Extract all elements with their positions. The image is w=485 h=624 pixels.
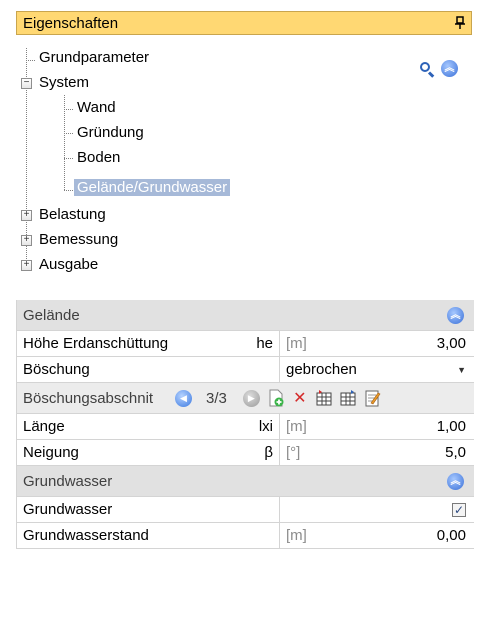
- expand-belastung-icon[interactable]: +: [21, 210, 32, 221]
- row-hoehe-erdanschuettung: Höhe Erdanschüttung he [m] 3,00: [17, 331, 474, 357]
- row-boeschungsabschnitt: Böschungsabschnit ◀ 3/3 ▶ ✕: [17, 383, 474, 414]
- tree-toolbar: ︽: [419, 60, 458, 78]
- segment-counter: 3/3: [206, 389, 227, 407]
- tree-item-ausgabe[interactable]: Ausgabe: [36, 253, 101, 277]
- collapse-section-icon[interactable]: ︽: [447, 473, 464, 490]
- tree-item-boden[interactable]: Boden: [74, 146, 123, 170]
- navigation-tree: Grundparameter − System Wand Gründung Bo…: [16, 38, 472, 288]
- value-text: 1,00: [436, 418, 466, 435]
- grundwasserstand-value-field[interactable]: [m] 0,00: [280, 523, 474, 548]
- dropdown-value: gebrochen: [286, 361, 357, 378]
- hoehe-value-field[interactable]: [m] 3,00: [280, 331, 474, 356]
- property-symbol: β: [264, 444, 273, 461]
- tree-item-gelaende-grundwasser[interactable]: Gelände/Grundwasser: [74, 176, 231, 200]
- tree-item-belastung[interactable]: Belastung: [36, 203, 109, 227]
- collapse-section-icon[interactable]: ︽: [447, 307, 464, 324]
- property-label: Böschungsabschnit: [23, 389, 154, 407]
- pin-icon[interactable]: [449, 12, 471, 34]
- value-text: 3,00: [436, 335, 466, 352]
- search-icon[interactable]: [419, 61, 435, 78]
- insert-table-icon[interactable]: [314, 388, 334, 408]
- dropdown-arrow-icon[interactable]: ▼: [457, 365, 466, 375]
- collapse-all-icon[interactable]: ︽: [441, 60, 458, 77]
- boeschung-dropdown[interactable]: gebrochen ▼: [280, 357, 474, 382]
- panel-title: Eigenschaften: [23, 14, 119, 32]
- tree-item-gruendung[interactable]: Gründung: [74, 121, 147, 145]
- property-symbol: he: [256, 335, 273, 352]
- property-label: Grundwasserstand: [23, 527, 149, 544]
- unit-label: [m]: [286, 335, 307, 352]
- edit-list-icon[interactable]: [362, 388, 382, 408]
- row-grundwasser: Grundwasser ✓: [17, 497, 474, 523]
- tree-item-system[interactable]: System: [36, 71, 92, 95]
- property-label: Neigung: [23, 444, 79, 461]
- row-boeschung: Böschung gebrochen ▼: [17, 357, 474, 383]
- property-label: Grundwasser: [23, 501, 113, 518]
- section-title: Gelände: [23, 306, 80, 324]
- neigung-value-field[interactable]: [°] 5,0: [280, 440, 474, 465]
- delete-icon[interactable]: ✕: [290, 388, 310, 408]
- panel-titlebar: Eigenschaften: [16, 11, 472, 35]
- property-label: Länge: [23, 418, 65, 435]
- expand-ausgabe-icon[interactable]: +: [21, 260, 32, 271]
- value-text: 0,00: [436, 527, 466, 544]
- tree-item-bemessung[interactable]: Bemessung: [36, 228, 121, 252]
- property-label: Böschung: [23, 361, 90, 378]
- laenge-value-field[interactable]: [m] 1,00: [280, 414, 474, 439]
- row-laenge: Länge lxi [m] 1,00: [17, 414, 474, 440]
- tree-item-wand[interactable]: Wand: [74, 96, 119, 120]
- append-table-icon[interactable]: [338, 388, 358, 408]
- add-segment-icon[interactable]: [266, 388, 286, 408]
- property-symbol: lxi: [258, 418, 273, 435]
- property-grid: Gelände ︽ Höhe Erdanschüttung he [m] 3,0…: [16, 300, 474, 549]
- property-label: Höhe Erdanschüttung: [23, 335, 169, 352]
- grundwasser-checkbox[interactable]: ✓: [452, 502, 466, 517]
- row-neigung: Neigung β [°] 5,0: [17, 440, 474, 466]
- collapse-system-icon[interactable]: −: [21, 78, 32, 89]
- value-text: 5,0: [445, 444, 466, 461]
- unit-label: [°]: [286, 444, 301, 461]
- tree-item-grundparameter[interactable]: Grundparameter: [36, 46, 152, 70]
- section-title: Grundwasser: [23, 472, 113, 490]
- unit-label: [m]: [286, 418, 307, 435]
- row-grundwasserstand: Grundwasserstand [m] 0,00: [17, 523, 474, 549]
- next-icon[interactable]: ▶: [242, 389, 260, 407]
- expand-bemessung-icon[interactable]: +: [21, 235, 32, 246]
- section-grundwasser[interactable]: Grundwasser ︽: [17, 466, 474, 497]
- unit-label: [m]: [286, 527, 307, 544]
- section-gelaende[interactable]: Gelände ︽: [17, 300, 474, 331]
- previous-icon[interactable]: ◀: [175, 389, 192, 407]
